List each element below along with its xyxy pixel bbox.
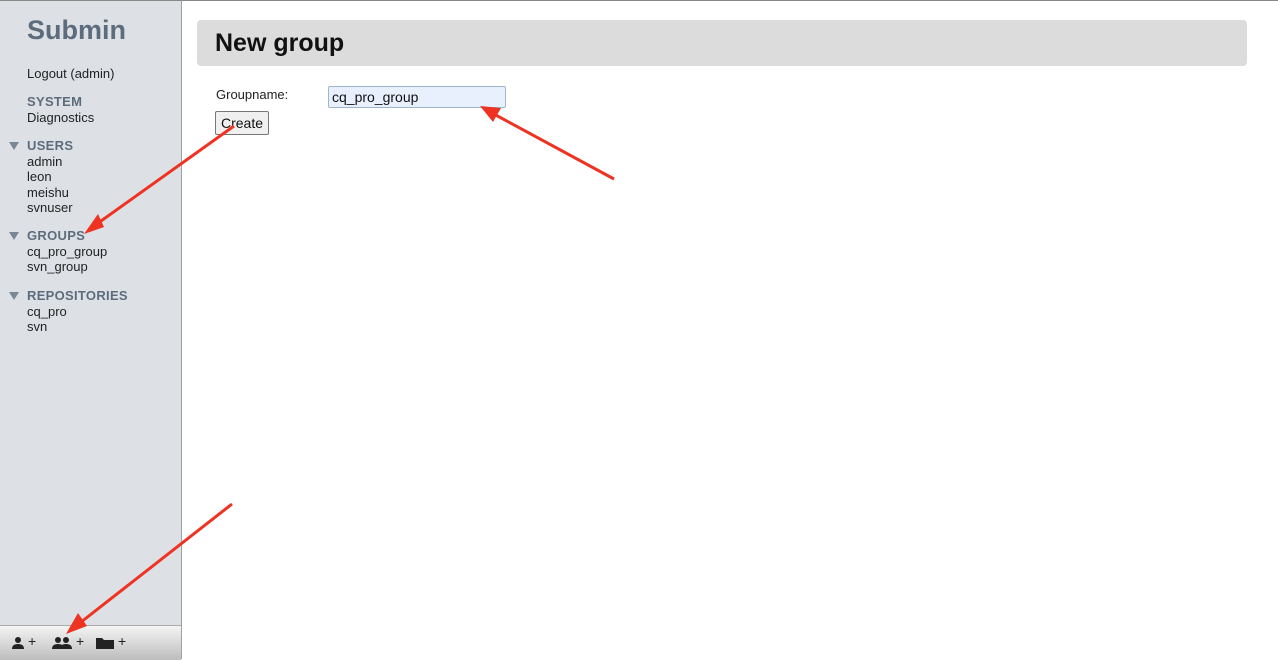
user-icon <box>12 637 24 649</box>
sidebar-item-repository[interactable]: svn <box>27 319 47 334</box>
add-group-button[interactable]: + <box>51 633 87 652</box>
folder-icon <box>96 638 114 649</box>
add-repository-button[interactable]: + <box>96 633 130 652</box>
sidebar-item-repository[interactable]: cq_pro <box>27 304 67 319</box>
create-button[interactable]: Create <box>215 111 270 135</box>
section-repositories-heading[interactable]: REPOSITORIES <box>27 288 128 303</box>
sidebar-item-diagnostics[interactable]: Diagnostics <box>27 110 94 125</box>
group-icon <box>52 637 72 649</box>
logout-link[interactable]: Logout (admin) <box>27 66 114 81</box>
plus-icon: + <box>76 633 85 649</box>
sidebar: Submin Logout (admin) SYSTEM Diagnostics… <box>0 0 182 660</box>
groupname-label: Groupname: <box>216 87 289 102</box>
sidebar-toolbar: + + + <box>0 625 181 660</box>
section-groups-heading[interactable]: GROUPS <box>27 228 85 243</box>
app-brand[interactable]: Submin <box>27 15 126 46</box>
sidebar-item-user[interactable]: admin <box>27 154 62 169</box>
add-user-button[interactable]: + <box>11 633 39 652</box>
sidebar-item-user[interactable]: meishu <box>27 185 69 200</box>
plus-icon: + <box>118 633 127 649</box>
plus-icon: + <box>28 633 37 649</box>
collapse-triangle-icon[interactable] <box>9 292 19 300</box>
main-content: New group Groupname: Create <box>182 0 1278 660</box>
groupname-input[interactable] <box>328 86 506 108</box>
section-system-heading: SYSTEM <box>27 94 83 109</box>
page-title: New group <box>215 29 345 57</box>
collapse-triangle-icon[interactable] <box>9 142 19 150</box>
sidebar-item-group[interactable]: cq_pro_group <box>27 244 107 259</box>
section-users-heading[interactable]: USERS <box>27 138 73 153</box>
sidebar-item-user[interactable]: leon <box>27 169 52 184</box>
sidebar-item-group[interactable]: svn_group <box>27 259 88 274</box>
page-header: New group <box>197 20 1247 66</box>
collapse-triangle-icon[interactable] <box>9 232 19 240</box>
sidebar-item-user[interactable]: svnuser <box>27 200 73 215</box>
